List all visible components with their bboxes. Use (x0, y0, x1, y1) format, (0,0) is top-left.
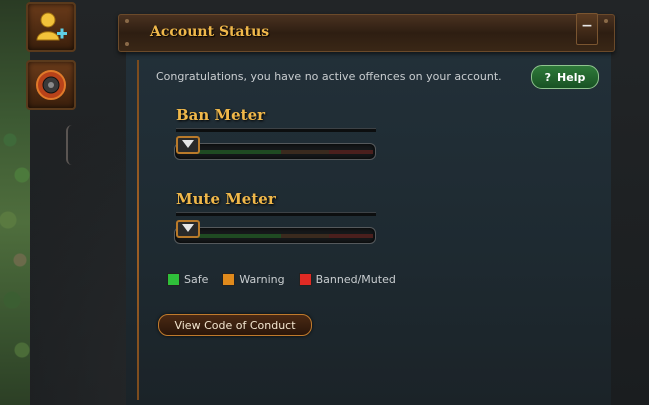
mute-meter-divider (176, 212, 376, 216)
add-friend-button[interactable] (26, 2, 76, 52)
help-button[interactable]: ? Help (531, 65, 599, 89)
panel-accent-line (137, 60, 139, 400)
banned-swatch (298, 273, 312, 286)
help-label: Help (557, 70, 586, 84)
legend-item-safe: Safe (167, 273, 208, 286)
ban-meter-track (174, 143, 376, 160)
rivet (125, 42, 129, 46)
legend-item-banned: Banned/Muted (298, 273, 396, 286)
background-scenery (0, 0, 30, 405)
mute-meter-track (174, 227, 376, 244)
safe-swatch (167, 273, 180, 286)
status-message: Congratulations, you have no active offe… (156, 70, 502, 83)
ban-meter-title: Ban Meter (176, 106, 266, 124)
mute-meter (168, 220, 380, 246)
help-icon: ? (544, 70, 552, 84)
meter-warning-segment (281, 234, 329, 238)
meter-legend: Safe Warning Banned/Muted (167, 273, 396, 286)
legend-label: Safe (184, 273, 209, 286)
panel-header: Account Status − (118, 13, 615, 52)
rivet (604, 19, 608, 23)
warning-swatch (222, 273, 236, 286)
meter-safe-segment (189, 234, 281, 238)
meter-muted-segment (329, 234, 373, 238)
mute-meter-title: Mute Meter (176, 190, 276, 208)
legend-label: Banned/Muted (315, 273, 396, 286)
side-flourish (66, 125, 78, 165)
mute-meter-pointer-icon (176, 220, 200, 238)
legend-label: Warning (239, 273, 285, 286)
view-code-of-conduct-button[interactable]: View Code of Conduct (158, 314, 312, 336)
emblem-icon (36, 70, 66, 100)
meter-warning-segment (281, 150, 329, 154)
panel-title: Account Status (150, 24, 270, 40)
ban-meter (168, 136, 380, 162)
ban-meter-divider (176, 128, 376, 132)
add-friend-icon (36, 12, 67, 41)
ban-meter-pointer-icon (176, 136, 200, 154)
collapse-button[interactable]: − (576, 13, 598, 45)
rivet (125, 19, 129, 23)
meter-banned-segment (329, 150, 373, 154)
meter-safe-segment (189, 150, 281, 154)
emblem-button[interactable] (26, 60, 76, 110)
legend-item-warning: Warning (222, 273, 285, 286)
